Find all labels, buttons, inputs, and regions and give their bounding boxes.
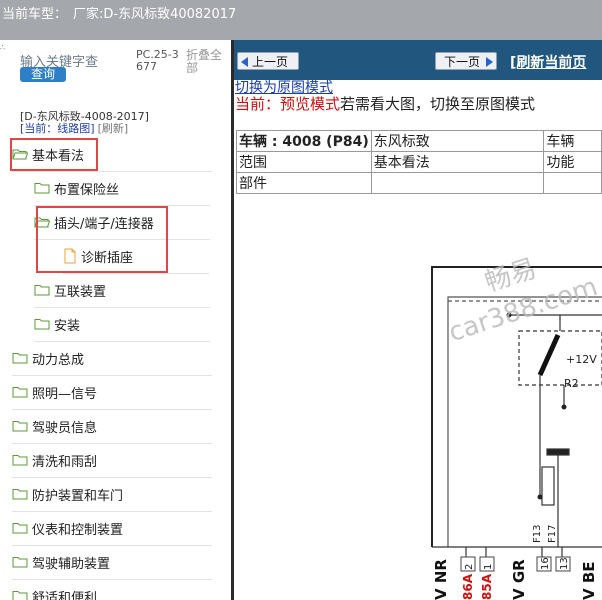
page-nav-bar: 上一页 下一页 [刷新当前页 [234, 40, 602, 80]
table-row: 范围 基本看法 功能 [236, 151, 602, 173]
folder-icon [12, 590, 28, 600]
table-cell: 部件 [236, 172, 372, 194]
pin-label: 1 [483, 564, 494, 570]
folder-icon [34, 182, 50, 194]
folder-open-icon [12, 148, 28, 160]
table-cell: 东风标致 [370, 130, 545, 152]
arrow-right-icon [486, 57, 494, 67]
tree-item-label: 动力总成 [32, 352, 85, 368]
tree-item-label: 驾驶辅助装置 [32, 556, 111, 572]
table-cell: 车辆 : 4008 (P84) [236, 130, 372, 152]
refresh-link[interactable]: [刷新] [98, 122, 129, 135]
table-cell [370, 172, 545, 194]
table-cell: 功能 [543, 151, 602, 173]
file-icon [63, 248, 77, 264]
vehicle-label: 当前车型： [2, 7, 68, 22]
folder-icon [12, 386, 28, 398]
tree-item[interactable]: 清洗和雨刮 [12, 443, 212, 478]
corner-mark: ∴ [0, 43, 6, 52]
collapse-all-link[interactable]: 折叠全部 [186, 49, 226, 75]
vehicle-value: 厂家:D-东风标致40082017 [73, 7, 237, 22]
wire-label-be: V BE [580, 561, 598, 600]
fuse-label-f13: F13 [532, 525, 543, 543]
table-row: 车辆 : 4008 (P84) 东风标致 车辆 [236, 130, 602, 152]
vehicle-info-table: 车辆 : 4008 (P84) 东风标致 车辆 范围 基本看法 功能 部件 [236, 130, 602, 194]
table-cell: 范围 [236, 151, 372, 173]
pin-label: 16 [540, 557, 551, 570]
pc-code: PC.25-3677 [136, 48, 179, 73]
left-panel: ∴ 输入关键字查 查询 PC.25-3677 折叠全部 [D-东风标致-4008… [0, 40, 231, 600]
folder-icon [12, 522, 28, 534]
wire-label-86a: 86A [461, 573, 475, 600]
tree-item[interactable]: 布置保险丝 [34, 171, 210, 206]
content-panel: 上一页 下一页 [刷新当前页 切换为原图模式 当前：预览模式若需看大图，切换至原… [234, 40, 602, 600]
tree-item-label: 驾驶员信息 [32, 420, 98, 436]
tree-item[interactable]: 基本看法 [12, 137, 212, 172]
tree-item[interactable]: 安装 [34, 307, 210, 342]
fuse-label-f17: F17 [547, 525, 558, 543]
refresh-page-link[interactable]: [刷新当前页 [510, 52, 586, 72]
arrow-left-icon [241, 57, 248, 67]
tree-item[interactable]: 驾驶辅助装置 [12, 545, 212, 580]
tree-item-label: 诊断插座 [81, 250, 134, 266]
wire-label-85a: 85A [480, 573, 494, 600]
tree-item-label: 仪表和控制装置 [32, 522, 124, 538]
pin-label: 13 [559, 557, 570, 570]
tree-item[interactable]: 动力总成 [12, 341, 212, 376]
tree-item-label: 互联装置 [54, 284, 107, 300]
tree-item-label: 安装 [54, 318, 81, 334]
tree-item-label: 插头/端子/连接器 [54, 216, 154, 232]
current-vehicle: 当前车型： 厂家:D-东风标致40082017 [2, 3, 236, 22]
tree-item[interactable]: 仪表和控制装置 [12, 511, 212, 546]
tree-item-label: 基本看法 [32, 148, 85, 164]
tree-item[interactable]: 诊断插座 [63, 239, 209, 274]
folder-icon [12, 420, 28, 432]
tree-item[interactable]: 互联装置 [34, 273, 210, 308]
tree-item[interactable]: 舒适和便利 [12, 579, 212, 600]
tree-item-label: 舒适和便利 [32, 590, 98, 600]
query-button[interactable]: 查询 [20, 67, 66, 82]
folder-icon [34, 318, 50, 330]
folder-open-icon [34, 216, 50, 228]
tree-item-label: 清洗和雨刮 [32, 454, 98, 470]
mode-status: 当前：预览模式若需看大图，切换至原图模式 [235, 95, 536, 113]
tree-item-label: 布置保险丝 [54, 182, 120, 198]
folder-icon [12, 488, 28, 500]
tree-item-label: 防护装置和车门 [32, 488, 124, 504]
folder-icon [12, 352, 28, 364]
wire-label-nr: V NR [432, 559, 450, 600]
folder-icon [12, 454, 28, 466]
tree-item[interactable]: 照明—信号 [12, 375, 212, 410]
prev-page-button[interactable]: 上一页 [237, 52, 300, 70]
folder-icon [12, 556, 28, 568]
tree-item[interactable]: 防护装置和车门 [12, 477, 212, 512]
title-bar: 当前车型： 厂家:D-东风标致40082017 [0, 0, 602, 40]
table-cell: 车辆 [543, 130, 602, 152]
tree-item[interactable]: 插头/端子/连接器 [34, 205, 210, 240]
table-row: 部件 [236, 172, 602, 194]
table-cell [543, 172, 602, 194]
current-view: [当前：线路图] [20, 122, 95, 135]
database-info: [D-东风标致-4008-2017] [当前：线路图] [刷新] [20, 111, 149, 135]
folder-icon [34, 284, 50, 296]
relay-label: R2 [564, 377, 579, 390]
table-cell: 基本看法 [370, 151, 545, 173]
voltage-label: +12V [566, 353, 597, 366]
tree-item-label: 照明—信号 [32, 386, 98, 402]
pin-label: 2 [464, 564, 475, 570]
tree-item[interactable]: 驾驶员信息 [12, 409, 212, 444]
next-page-button[interactable]: 下一页 [435, 52, 498, 70]
wire-label-gr: V GR [510, 559, 528, 600]
